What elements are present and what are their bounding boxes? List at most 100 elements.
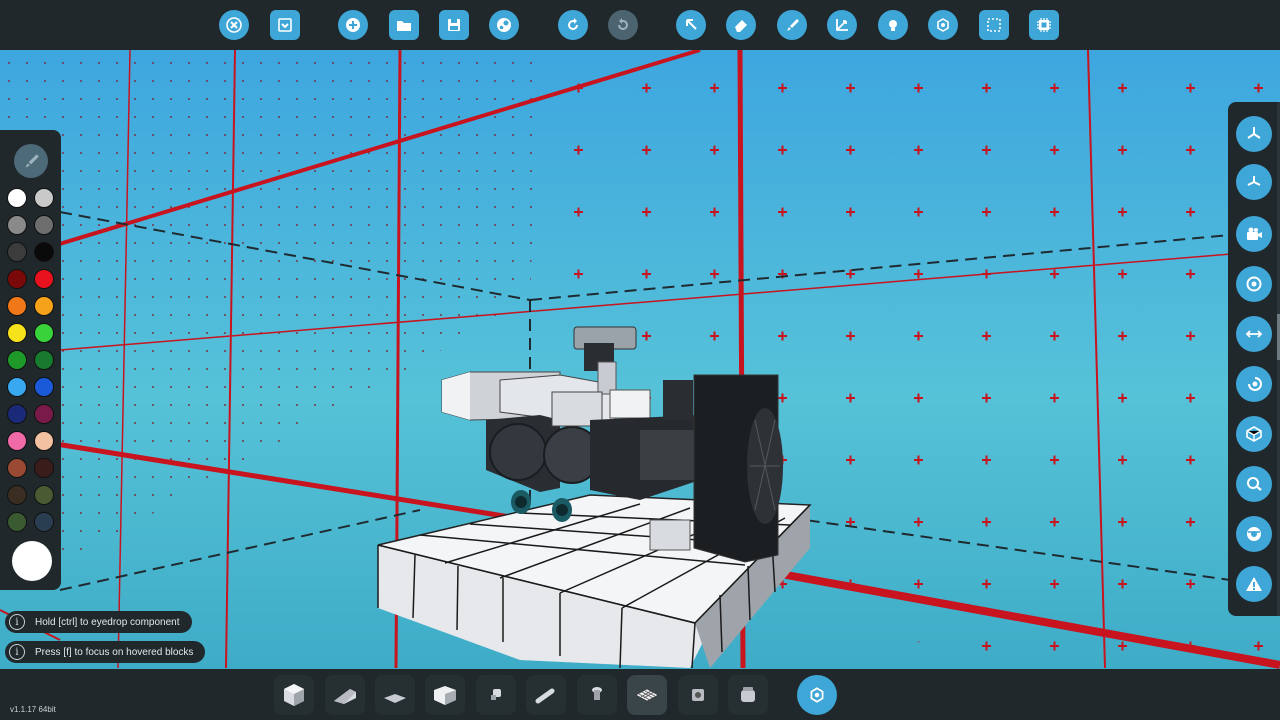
view-orthographic-icon (1247, 127, 1261, 139)
color-swatch[interactable] (34, 377, 54, 397)
visibility-icon (1247, 527, 1261, 541)
color-swatch[interactable] (34, 485, 54, 505)
current-color-swatch[interactable] (12, 541, 52, 581)
component-pyramid[interactable] (425, 675, 465, 715)
warning-icon (1246, 577, 1262, 591)
color-swatch[interactable] (7, 296, 27, 316)
color-swatch[interactable] (34, 188, 54, 208)
color-swatch[interactable] (34, 431, 54, 451)
eraser-tool-button[interactable] (722, 6, 760, 44)
center-target-button[interactable] (1236, 266, 1272, 302)
color-swatch[interactable] (7, 350, 27, 370)
component-grate[interactable] (627, 675, 667, 715)
component-connector[interactable] (476, 675, 516, 715)
view-perspective-icon (1247, 176, 1261, 186)
component-engine-part[interactable] (728, 675, 768, 715)
component-wedge[interactable] (325, 675, 365, 715)
color-swatch[interactable] (7, 242, 27, 262)
redo-button[interactable] (604, 6, 642, 44)
open-button[interactable] (385, 6, 423, 44)
color-swatch[interactable] (7, 512, 27, 532)
component-fitting[interactable] (577, 675, 617, 715)
color-swatch[interactable] (7, 377, 27, 397)
block-view-button[interactable] (1236, 416, 1272, 452)
paint-brush-icon (25, 154, 39, 168)
collapse-menu-icon (278, 18, 292, 32)
steam-workshop-icon (497, 18, 511, 32)
color-swatch[interactable] (7, 188, 27, 208)
color-swatch[interactable] (7, 269, 27, 289)
paint-brush-icon (787, 19, 799, 31)
component-slope[interactable] (375, 675, 415, 715)
color-swatch[interactable] (7, 431, 27, 451)
logic-nodes-icon (937, 18, 949, 32)
undo-button[interactable] (554, 6, 592, 44)
wedge-block-icon (334, 689, 356, 704)
undo-icon (568, 18, 578, 30)
color-swatch[interactable] (34, 350, 54, 370)
camera-button[interactable] (1236, 216, 1272, 252)
inspect-icon (1247, 477, 1262, 491)
color-swatch[interactable] (34, 404, 54, 424)
save-icon (448, 19, 460, 31)
steam-workshop-button[interactable] (485, 6, 523, 44)
color-swatch[interactable] (7, 404, 27, 424)
save-button[interactable] (435, 6, 473, 44)
camera-icon (1247, 227, 1262, 240)
component-pipe[interactable] (526, 675, 566, 715)
hint-text: Hold [ctrl] to eyedrop component (35, 616, 180, 628)
color-swatch[interactable] (34, 458, 54, 478)
select-tool-button[interactable] (672, 6, 710, 44)
close-button[interactable] (215, 6, 253, 44)
color-swatch[interactable] (34, 242, 54, 262)
color-swatch[interactable] (34, 323, 54, 343)
close-icon (226, 17, 242, 33)
color-swatch[interactable] (7, 485, 27, 505)
block-cube-icon (284, 684, 304, 706)
pyramid-block-icon (434, 686, 456, 705)
logic-button[interactable] (924, 6, 962, 44)
new-button[interactable] (334, 6, 372, 44)
top-toolbar (0, 0, 1280, 50)
color-swatch[interactable] (34, 269, 54, 289)
symmetry-icon (1245, 330, 1263, 338)
grate-icon (635, 688, 659, 702)
rotate-view-icon (1248, 377, 1262, 391)
mechanical-part-icon (692, 689, 704, 701)
color-swatch[interactable] (7, 215, 27, 235)
color-swatch[interactable] (34, 215, 54, 235)
inspect-button[interactable] (1236, 466, 1272, 502)
symmetry-button[interactable] (1236, 316, 1272, 352)
collapse-menu-button[interactable] (266, 6, 304, 44)
logic-mode-button[interactable] (797, 675, 837, 715)
visibility-button[interactable] (1236, 516, 1272, 552)
color-swatch[interactable] (7, 458, 27, 478)
connector-icon (491, 689, 501, 700)
open-folder-icon (397, 21, 411, 31)
microprocessor-button[interactable] (1025, 6, 1063, 44)
color-swatch[interactable] (34, 512, 54, 532)
warning-button[interactable] (1236, 566, 1272, 602)
color-palette (0, 130, 61, 590)
version-label: v1.1.17 64bit (10, 705, 56, 714)
engine-part-icon (741, 687, 755, 702)
view-perspective-button[interactable] (1236, 164, 1272, 200)
transform-tool-button[interactable] (823, 6, 861, 44)
slope-block-icon (384, 694, 406, 703)
component-block-cube[interactable] (274, 675, 314, 715)
lighting-button[interactable] (874, 6, 912, 44)
pipe-icon (535, 688, 555, 704)
component-mechanical[interactable] (678, 675, 718, 715)
rotate-view-button[interactable] (1236, 366, 1272, 402)
color-swatch[interactable] (34, 296, 54, 316)
transform-axes-icon (836, 19, 848, 31)
paint-mode-button[interactable] (14, 144, 48, 178)
editor-viewport[interactable] (0, 0, 1280, 720)
view-orthographic-button[interactable] (1236, 116, 1272, 152)
workspace-scene (0, 0, 1280, 720)
selection-box-button[interactable] (975, 6, 1013, 44)
right-toolbar (1228, 102, 1280, 616)
eraser-icon (735, 20, 747, 32)
paint-tool-button[interactable] (773, 6, 811, 44)
color-swatch[interactable] (7, 323, 27, 343)
